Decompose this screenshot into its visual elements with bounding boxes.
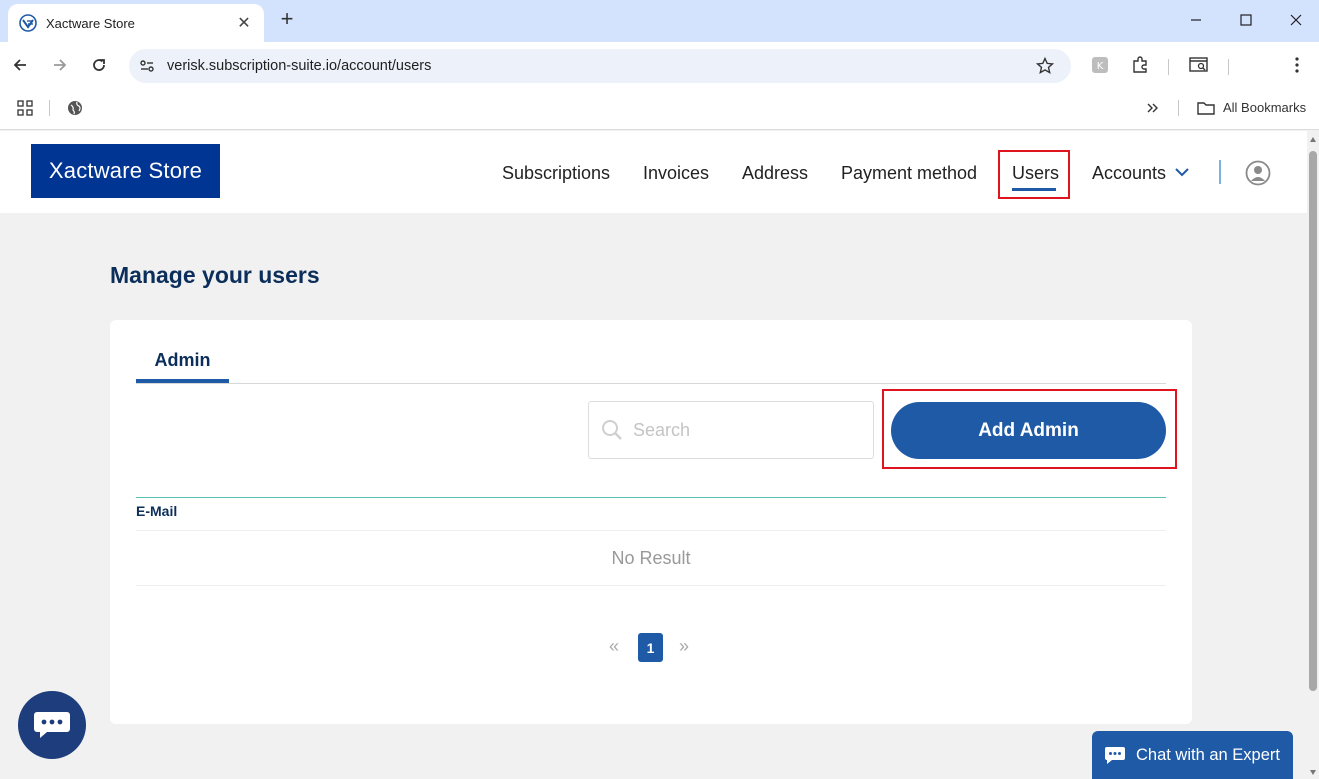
- store-logo[interactable]: Xactware Store: [31, 144, 220, 198]
- site-header: Xactware Store Subscriptions Invoices Ad…: [0, 131, 1307, 213]
- search-box[interactable]: [588, 401, 874, 459]
- forward-arrow-icon[interactable]: [48, 53, 72, 77]
- chat-with-expert-button[interactable]: Chat with an Expert: [1092, 731, 1293, 779]
- chat-dots-icon: [1105, 747, 1125, 764]
- browser-tabstrip: Xactware Store ✕ +: [0, 0, 1319, 42]
- minimize-icon[interactable]: [1182, 8, 1210, 32]
- chat-icon: [34, 712, 70, 738]
- extension-k-icon[interactable]: K: [1088, 53, 1112, 77]
- nav-payment-method[interactable]: Payment method: [841, 163, 977, 184]
- scroll-down-arrow-icon[interactable]: [1310, 770, 1316, 775]
- svg-text:K: K: [1097, 61, 1104, 72]
- reload-icon[interactable]: [87, 53, 111, 77]
- close-tab-icon[interactable]: ✕: [234, 13, 254, 33]
- more-menu-icon[interactable]: [1285, 53, 1309, 77]
- table-row-divider: [136, 530, 1166, 531]
- new-tab-button[interactable]: +: [276, 8, 298, 31]
- active-nav-underline: [1012, 188, 1056, 191]
- folder-icon[interactable]: [1194, 96, 1218, 120]
- bookmarks-separator: [1178, 100, 1179, 116]
- scroll-thumb[interactable]: [1309, 151, 1317, 691]
- back-arrow-icon[interactable]: [8, 53, 32, 77]
- bookmarks-bar: All Bookmarks: [0, 88, 1319, 130]
- tab-search-icon[interactable]: [1187, 53, 1211, 77]
- nav-address[interactable]: Address: [742, 163, 808, 184]
- search-input[interactable]: [633, 419, 853, 441]
- chat-with-expert-label: Chat with an Expert: [1136, 745, 1280, 764]
- chevron-down-icon: [1175, 168, 1189, 177]
- extensions-puzzle-icon[interactable]: [1128, 53, 1152, 77]
- maximize-icon[interactable]: [1232, 8, 1260, 32]
- table-top-border: [136, 497, 1166, 498]
- browser-toolbar: verisk.subscription-suite.io/account/use…: [0, 42, 1319, 88]
- page-scrollbar[interactable]: [1307, 131, 1319, 779]
- toolbar-separator: [1168, 59, 1169, 75]
- apps-grid-icon[interactable]: [13, 96, 37, 120]
- globe-icon[interactable]: [63, 96, 87, 120]
- nav-users[interactable]: Users: [1012, 163, 1059, 184]
- nav-invoices[interactable]: Invoices: [643, 163, 709, 184]
- pagination-next-button[interactable]: »: [679, 636, 689, 657]
- chat-bubble-button[interactable]: [18, 691, 86, 759]
- pagination-prev-button[interactable]: «: [609, 636, 619, 657]
- user-avatar-icon[interactable]: [1245, 160, 1271, 186]
- window-close-icon[interactable]: [1282, 8, 1310, 32]
- tab-divider: [136, 383, 1166, 384]
- nav-divider: [1219, 160, 1221, 184]
- scroll-up-arrow-icon[interactable]: [1310, 137, 1316, 142]
- nav-accounts[interactable]: Accounts: [1092, 163, 1189, 184]
- bookmark-star-icon[interactable]: [1033, 54, 1057, 78]
- search-icon: [602, 420, 622, 440]
- nav-subscriptions[interactable]: Subscriptions: [502, 163, 610, 184]
- add-admin-button[interactable]: Add Admin: [891, 402, 1166, 459]
- all-bookmarks-label[interactable]: All Bookmarks: [1223, 100, 1306, 115]
- chevron-double-right-icon[interactable]: [1141, 96, 1165, 120]
- site-info-icon[interactable]: [135, 54, 159, 78]
- nav-accounts-label: Accounts: [1092, 163, 1167, 183]
- pagination-page-1[interactable]: 1: [638, 633, 663, 662]
- page-title: Manage your users: [110, 262, 320, 288]
- url-text: verisk.subscription-suite.io/account/use…: [167, 58, 432, 74]
- column-header-email[interactable]: E-Mail: [136, 503, 177, 519]
- tab-title: Xactware Store: [46, 15, 135, 31]
- users-card: Admin Add Admin E-Mail No Result « 1 »: [110, 320, 1192, 724]
- table-row-divider: [136, 585, 1166, 586]
- toolbar-separator: [1228, 59, 1229, 75]
- empty-table-message: No Result: [611, 548, 691, 568]
- verisk-favicon-icon: [18, 13, 38, 33]
- browser-tab[interactable]: Xactware Store ✕: [8, 4, 264, 42]
- address-bar[interactable]: verisk.subscription-suite.io/account/use…: [129, 49, 1071, 83]
- bookmarks-separator: [49, 100, 50, 116]
